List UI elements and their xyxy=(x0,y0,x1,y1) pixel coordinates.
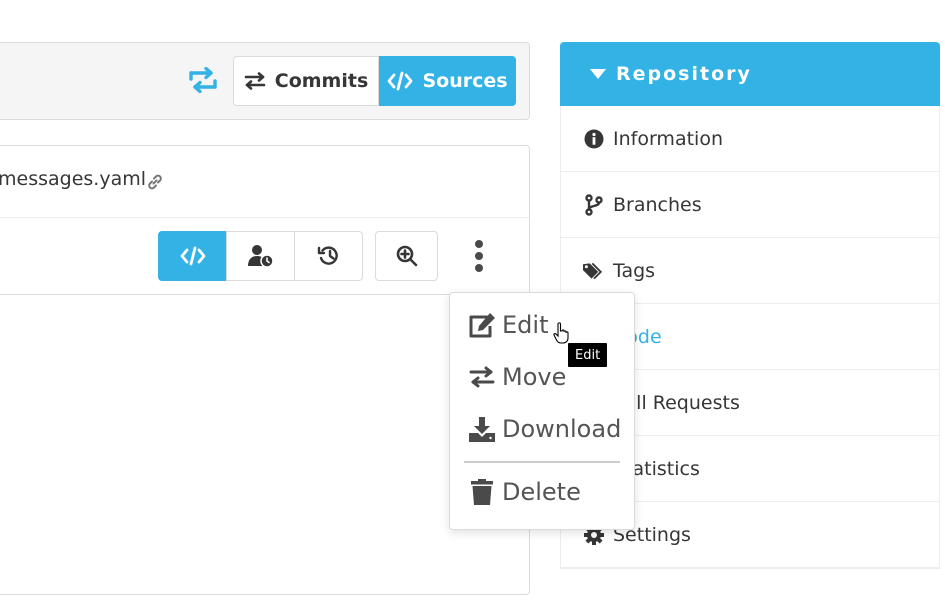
sidebar-item-label: Tags xyxy=(613,259,656,282)
sources-label: Sources xyxy=(422,70,508,92)
annotate-button[interactable] xyxy=(226,231,295,281)
tags-icon xyxy=(583,260,605,282)
more-options-button[interactable] xyxy=(467,236,491,276)
history-icon xyxy=(317,245,341,267)
fullscreen-button[interactable] xyxy=(375,231,438,281)
caret-down-icon xyxy=(590,68,606,80)
menu-item-label: Delete xyxy=(502,478,581,506)
search-plus-icon xyxy=(395,244,419,268)
ellipsis-vertical-icon xyxy=(474,240,484,272)
source-view-button[interactable] xyxy=(158,231,227,281)
sidebar-title: Repository xyxy=(616,63,752,85)
menu-item-label: Move xyxy=(502,363,567,391)
tooltip: Edit xyxy=(567,342,609,368)
sidebar-header[interactable]: Repository xyxy=(560,42,940,106)
edit-menu-item[interactable]: Edit xyxy=(468,311,548,339)
file-view-buttons xyxy=(158,231,363,281)
sidebar-item-label: Information xyxy=(613,127,723,150)
download-icon xyxy=(468,415,496,443)
file-name: messages.yaml xyxy=(0,168,147,190)
sidebar-item-branches[interactable]: Branches xyxy=(561,172,939,238)
code-icon xyxy=(387,71,413,91)
exchange-icon xyxy=(468,363,496,391)
info-circle-icon xyxy=(583,128,605,150)
hand-pointer-icon xyxy=(553,322,571,344)
file-actions-dropdown: Edit Move Download Delete xyxy=(449,292,635,530)
menu-item-label: Download xyxy=(502,415,622,443)
sidebar-item-information[interactable]: Information xyxy=(561,106,939,172)
menu-item-label: Edit xyxy=(502,311,549,339)
user-clock-icon xyxy=(247,244,274,268)
sources-button[interactable]: Sources xyxy=(379,56,516,106)
move-menu-item[interactable]: Move xyxy=(468,363,566,391)
commits-button[interactable]: Commits xyxy=(233,56,379,106)
delete-menu-item[interactable]: Delete xyxy=(468,478,581,506)
exchange-icon xyxy=(244,72,266,90)
edit-icon xyxy=(468,311,496,339)
download-menu-item[interactable]: Download xyxy=(468,415,621,443)
commits-label: Commits xyxy=(274,70,369,92)
trash-icon xyxy=(468,478,496,506)
history-button[interactable] xyxy=(294,231,363,281)
switch-view-icon[interactable] xyxy=(187,66,219,94)
sidebar-item-label: Branches xyxy=(613,193,702,216)
view-switch-group: Commits Sources xyxy=(233,56,516,106)
branch-icon xyxy=(583,193,605,216)
permalink-icon[interactable] xyxy=(146,173,164,191)
code-icon xyxy=(180,246,206,266)
menu-divider xyxy=(464,461,620,463)
